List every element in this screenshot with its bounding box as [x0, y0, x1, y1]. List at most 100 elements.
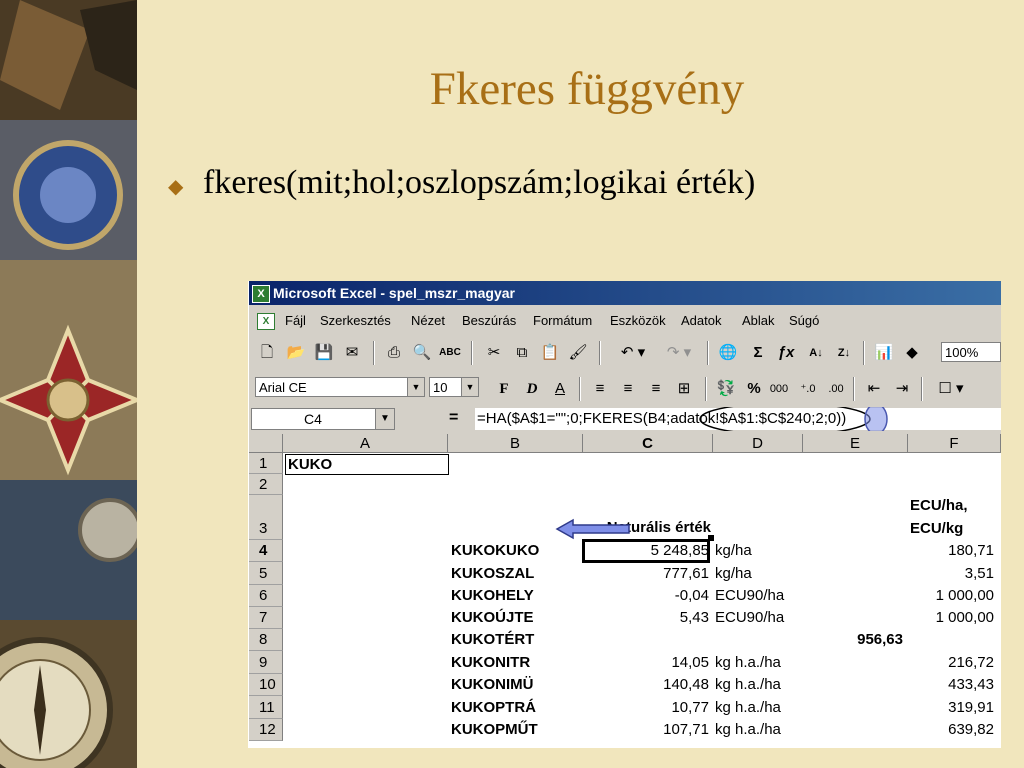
- email-icon[interactable]: ✉: [341, 342, 363, 364]
- cell-c6[interactable]: -0,04: [583, 585, 709, 607]
- merge-center-icon[interactable]: ⊞: [673, 378, 695, 400]
- cell-f6[interactable]: 1 000,00: [908, 585, 994, 607]
- cut-scissors-icon[interactable]: ✂: [483, 342, 505, 364]
- column-header-b[interactable]: B: [448, 434, 583, 453]
- cell-b8[interactable]: KUKOTÉRT: [451, 629, 581, 651]
- cell-c11[interactable]: 10,77: [583, 696, 709, 719]
- row-header-4[interactable]: 4: [249, 540, 283, 562]
- increase-decimal-icon[interactable]: ⁺.0: [797, 378, 819, 400]
- underline-icon[interactable]: A: [549, 378, 571, 400]
- cell-b11[interactable]: KUKOPTRÁ: [451, 696, 581, 719]
- column-header-d[interactable]: D: [713, 434, 803, 453]
- new-document-icon[interactable]: 🗋: [257, 342, 277, 364]
- column-header-e[interactable]: E: [803, 434, 908, 453]
- format-painter-icon[interactable]: 🖌: [567, 342, 589, 364]
- cell-f3-line1[interactable]: ECU/ha,: [910, 495, 1000, 517]
- cell-d6[interactable]: ECU90/ha: [715, 585, 803, 607]
- cell-d11[interactable]: kg h.a./ha: [715, 696, 803, 719]
- fill-handle[interactable]: [708, 535, 714, 541]
- document-icon[interactable]: X: [257, 313, 275, 330]
- cell-c5[interactable]: 777,61: [583, 562, 709, 585]
- chart-wizard-icon[interactable]: 📊: [873, 342, 895, 364]
- row-header-5[interactable]: 5: [249, 562, 283, 585]
- borders-icon[interactable]: ☐ ▾: [931, 378, 971, 400]
- select-all-corner[interactable]: [249, 434, 283, 453]
- align-center-icon[interactable]: ≡: [617, 378, 639, 400]
- font-name-combo[interactable]: Arial CE ▼: [255, 377, 425, 397]
- row-header-2[interactable]: 2: [249, 474, 283, 495]
- cell-f11[interactable]: 319,91: [908, 696, 994, 719]
- save-disk-icon[interactable]: 💾: [313, 342, 335, 364]
- decrease-decimal-icon[interactable]: .00: [825, 378, 847, 400]
- menu-edit[interactable]: Szerkesztés: [320, 309, 391, 333]
- cell-f4[interactable]: 180,71: [908, 540, 994, 562]
- menu-window[interactable]: Ablak: [742, 309, 775, 333]
- italic-icon[interactable]: D: [521, 378, 543, 400]
- row-header-8[interactable]: 8: [249, 629, 283, 651]
- row-header-3[interactable]: 3: [249, 495, 283, 540]
- currency-icon[interactable]: 💱: [715, 378, 737, 400]
- hyperlink-globe-icon[interactable]: 🌐: [717, 342, 739, 364]
- decrease-indent-icon[interactable]: ⇤: [863, 378, 885, 400]
- row-header-12[interactable]: 12: [249, 719, 283, 741]
- menu-format[interactable]: Formátum: [533, 309, 592, 333]
- function-fx-icon[interactable]: ƒx: [775, 342, 797, 364]
- cell-b12[interactable]: KUKOPMŰT: [451, 719, 581, 741]
- row-header-11[interactable]: 11: [249, 696, 283, 719]
- row-header-9[interactable]: 9: [249, 651, 283, 674]
- cell-f3-line2[interactable]: ECU/kg: [910, 518, 1000, 540]
- cell-d12[interactable]: kg h.a./ha: [715, 719, 803, 741]
- row-header-7[interactable]: 7: [249, 607, 283, 629]
- menu-help[interactable]: Súgó: [789, 309, 819, 333]
- sort-ascending-icon[interactable]: A↓: [805, 342, 827, 364]
- cell-c9[interactable]: 14,05: [583, 651, 709, 674]
- menu-tools[interactable]: Eszközök: [610, 309, 666, 333]
- percent-icon[interactable]: %: [743, 378, 765, 400]
- cell-d10[interactable]: kg h.a./ha: [715, 674, 803, 696]
- undo-icon[interactable]: ↶ ▾: [613, 342, 653, 364]
- align-right-icon[interactable]: ≡: [645, 378, 667, 400]
- drawing-icon[interactable]: ◆: [901, 342, 923, 364]
- menu-data[interactable]: Adatok: [681, 309, 721, 333]
- paste-icon[interactable]: 📋: [539, 342, 561, 364]
- cell-b5[interactable]: KUKOSZAL: [451, 562, 581, 585]
- cell-d4[interactable]: kg/ha: [715, 540, 803, 562]
- copy-icon[interactable]: ⧉: [511, 342, 533, 364]
- redo-icon[interactable]: ↷ ▾: [659, 342, 699, 364]
- cell-f10[interactable]: 433,43: [908, 674, 994, 696]
- bold-icon[interactable]: F: [493, 378, 515, 400]
- chevron-down-icon[interactable]: ▼: [461, 378, 478, 396]
- cell-b9[interactable]: KUKONITR: [451, 651, 581, 674]
- print-preview-icon[interactable]: 🔍: [411, 342, 433, 364]
- zoom-combo[interactable]: 100%: [941, 342, 1001, 362]
- cell-c12[interactable]: 107,71: [583, 719, 709, 741]
- cell-d7[interactable]: ECU90/ha: [715, 607, 803, 629]
- active-cell-c4[interactable]: 5 248,85: [582, 539, 710, 563]
- column-header-f[interactable]: F: [908, 434, 1001, 453]
- cell-e8[interactable]: 956,63: [803, 629, 903, 651]
- increase-indent-icon[interactable]: ⇥: [891, 378, 913, 400]
- cell-f7[interactable]: 1 000,00: [908, 607, 994, 629]
- row-header-6[interactable]: 6: [249, 585, 283, 607]
- align-left-icon[interactable]: ≡: [589, 378, 611, 400]
- cell-f12[interactable]: 639,82: [908, 719, 994, 741]
- cell-b4[interactable]: KUKOKUKO: [451, 540, 581, 562]
- row-header-1[interactable]: 1: [249, 453, 283, 474]
- print-icon[interactable]: ⎙: [383, 342, 405, 364]
- menu-insert[interactable]: Beszúrás: [462, 309, 516, 333]
- autosum-sigma-icon[interactable]: Σ: [747, 342, 769, 364]
- open-folder-icon[interactable]: 📂: [285, 342, 307, 364]
- sort-descending-icon[interactable]: Z↓: [833, 342, 855, 364]
- column-header-a[interactable]: A: [283, 434, 448, 453]
- thousands-separator-icon[interactable]: 000: [765, 378, 793, 400]
- row-header-10[interactable]: 10: [249, 674, 283, 696]
- font-size-combo[interactable]: 10 ▼: [429, 377, 479, 397]
- spelling-icon[interactable]: ABC: [439, 342, 461, 364]
- cell-b7[interactable]: KUKOÚJTE: [451, 607, 581, 629]
- menu-view[interactable]: Nézet: [411, 309, 445, 333]
- cell-c7[interactable]: 5,43: [583, 607, 709, 629]
- cell-c10[interactable]: 140,48: [583, 674, 709, 696]
- cell-a1[interactable]: KUKO: [285, 454, 449, 475]
- cell-f5[interactable]: 3,51: [908, 562, 994, 585]
- chevron-down-icon[interactable]: ▼: [407, 378, 424, 396]
